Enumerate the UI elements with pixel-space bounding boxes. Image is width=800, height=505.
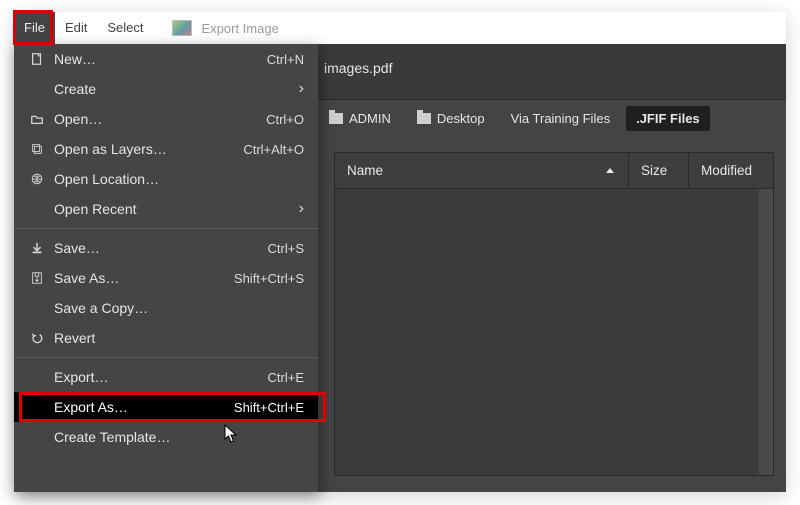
path-seg-label: Via Training Files: [511, 111, 610, 126]
menu-item-save[interactable]: Save…Ctrl+S: [14, 233, 318, 263]
column-modified-label: Modified: [701, 163, 752, 178]
menu-item-label: New…: [50, 51, 267, 67]
path-breadcrumb: ADMIN Desktop Via Training Files .JFIF F…: [319, 100, 776, 136]
menu-edit-label: Edit: [65, 12, 87, 44]
menu-item-shortcut: Ctrl+N: [267, 52, 304, 67]
file-browser: Name Size Modified: [334, 152, 774, 476]
app-window: File Edit Select Export Image images.pdf…: [14, 12, 786, 492]
globe-icon: [24, 172, 50, 186]
menu-item-revert[interactable]: Revert: [14, 323, 318, 353]
menu-select[interactable]: Select: [97, 12, 153, 44]
menu-separator: [14, 228, 318, 229]
column-name[interactable]: Name: [335, 153, 629, 188]
menu-item-shortcut: Ctrl+O: [266, 112, 304, 127]
menu-item-new[interactable]: New…Ctrl+N: [14, 44, 318, 74]
menu-item-label: Save a Copy…: [50, 300, 304, 316]
layers-icon: [24, 142, 50, 156]
menu-item-label: Save As…: [50, 270, 234, 286]
revert-icon: [24, 331, 50, 345]
open-icon: [24, 112, 50, 126]
menu-item-label: Create Template…: [50, 429, 304, 445]
menu-edit[interactable]: Edit: [55, 12, 97, 44]
document-title: Export Image: [202, 12, 279, 44]
path-seg-label: Desktop: [437, 111, 485, 126]
path-seg-jfif-files[interactable]: .JFIF Files: [626, 106, 710, 131]
menu-item-label: Open…: [50, 111, 266, 127]
menu-item-shortcut: Ctrl+E: [268, 370, 304, 385]
document-thumbnail-icon: [172, 20, 192, 36]
menu-item-shortcut: Ctrl+Alt+O: [243, 142, 304, 157]
export-filename-text: images.pdf: [324, 60, 392, 76]
menu-item-export-as[interactable]: Export As…Shift+Ctrl+E: [14, 392, 318, 422]
menu-file[interactable]: File: [14, 12, 55, 44]
file-menu-dropdown: New…Ctrl+NCreate›Open…Ctrl+OOpen as Laye…: [14, 44, 318, 492]
sort-ascending-icon: [604, 165, 616, 177]
path-seg-desktop[interactable]: Desktop: [407, 106, 495, 131]
menubar: File Edit Select Export Image: [14, 12, 786, 44]
menu-item-label: Open as Layers…: [50, 141, 243, 157]
menu-item-save-as[interactable]: Save As…Shift+Ctrl+S: [14, 263, 318, 293]
menu-item-label: Export…: [50, 369, 268, 385]
file-browser-body[interactable]: [335, 189, 759, 475]
menu-item-shortcut: Ctrl+S: [268, 241, 304, 256]
menu-item-open[interactable]: Open…Ctrl+O: [14, 104, 318, 134]
column-name-label: Name: [347, 163, 383, 178]
column-size[interactable]: Size: [629, 153, 689, 188]
chevron-right-icon: ›: [290, 200, 304, 218]
column-size-label: Size: [641, 163, 667, 178]
saveas-icon: [24, 271, 50, 285]
menu-item-create-template[interactable]: Create Template…: [14, 422, 318, 452]
menu-item-label: Open Location…: [50, 171, 304, 187]
path-seg-admin[interactable]: ADMIN: [319, 106, 401, 131]
vertical-scrollbar[interactable]: [759, 189, 773, 475]
path-seg-label: .JFIF Files: [636, 111, 700, 126]
menu-item-label: Create: [50, 81, 290, 97]
path-seg-via-training[interactable]: Via Training Files: [501, 106, 620, 131]
menu-file-label: File: [24, 12, 45, 44]
menu-item-save-a-copy[interactable]: Save a Copy…: [14, 293, 318, 323]
menu-item-open-location[interactable]: Open Location…: [14, 164, 318, 194]
file-browser-columns: Name Size Modified: [335, 153, 773, 189]
column-modified[interactable]: Modified: [689, 153, 773, 188]
menu-item-label: Open Recent: [50, 201, 290, 217]
menu-separator: [14, 357, 318, 358]
menu-item-open-recent[interactable]: Open Recent›: [14, 194, 318, 224]
folder-icon: [417, 113, 431, 124]
menu-item-label: Save…: [50, 240, 268, 256]
menu-item-create[interactable]: Create›: [14, 74, 318, 104]
menu-item-shortcut: Shift+Ctrl+E: [234, 400, 304, 415]
new-icon: [24, 52, 50, 66]
chevron-right-icon: ›: [290, 80, 304, 98]
menu-item-label: Revert: [50, 330, 304, 346]
menu-select-label: Select: [107, 12, 143, 44]
menu-item-export[interactable]: Export…Ctrl+E: [14, 362, 318, 392]
path-seg-label: ADMIN: [349, 111, 391, 126]
save-icon: [24, 241, 50, 255]
menu-item-open-as-layers[interactable]: Open as Layers…Ctrl+Alt+O: [14, 134, 318, 164]
menu-item-label: Export As…: [50, 399, 234, 415]
export-filename[interactable]: images.pdf: [324, 54, 392, 82]
folder-icon: [329, 113, 343, 124]
menu-item-shortcut: Shift+Ctrl+S: [234, 271, 304, 286]
